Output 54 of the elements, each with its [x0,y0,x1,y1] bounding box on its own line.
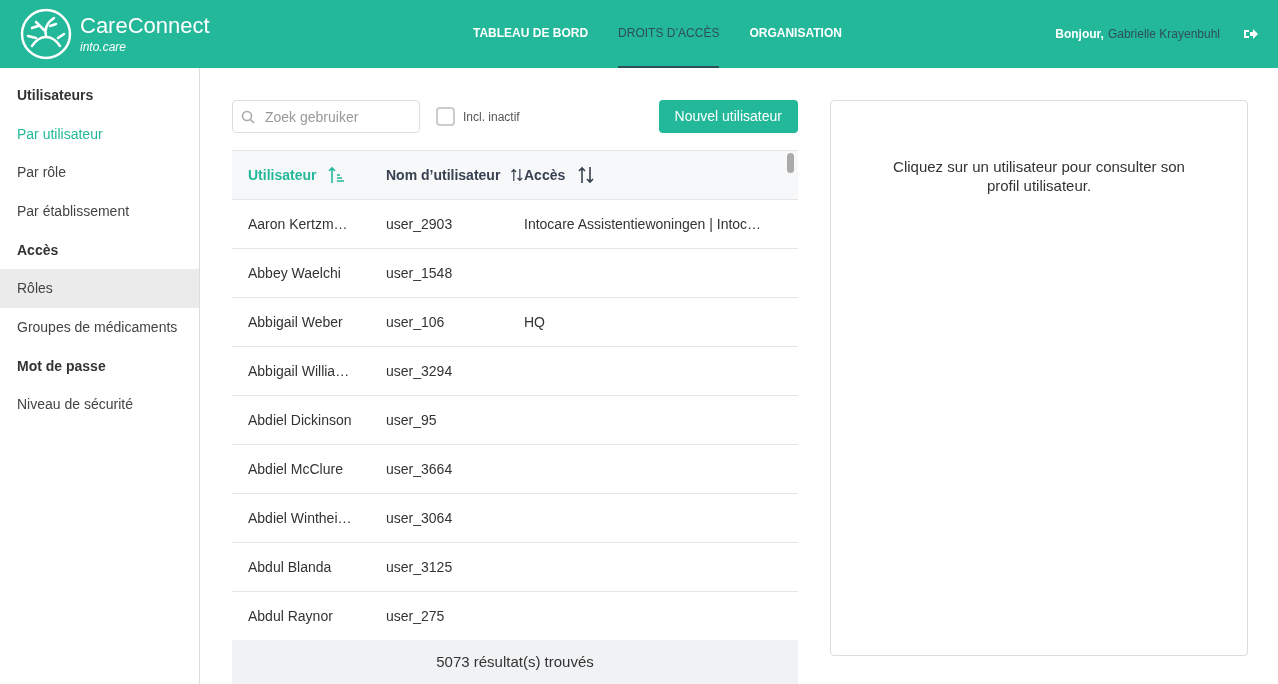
table-cell-text: Abdiel McClure [248,459,344,479]
table-cell-text: user_275 [386,606,446,626]
table-row[interactable]: Abdiel McClure user_3664 [232,445,798,494]
table-cell-text: user_1548 [386,263,454,283]
table-row[interactable]: Abdiel Winthei… user_3064 [232,494,798,543]
sidebar-heading: Utilisateurs [16,85,95,105]
checkbox[interactable] [436,107,455,126]
table-cell-text: HQ [524,312,545,332]
brand-name: CareConnect [80,15,210,37]
table-cell-text: user_2903 [386,214,454,234]
result-count: 5073 résultat(s) trouvés [436,651,594,672]
checkbox-label: Incl. inactif [463,108,520,126]
sidebar-heading: Accès [16,240,60,260]
table-row[interactable]: Aaron Kertzm… user_2903 Intocare Assistentiewoningen | Intoc… [232,200,798,249]
table-cell-text: Abbigail Willia… [248,361,351,381]
sidebar-item[interactable]: Niveau de sécurité [0,385,199,425]
sidebar-item[interactable]: Groupes de médicaments [0,308,199,347]
sidebar-item[interactable]: Par rôle [0,153,199,193]
table-cell-text: user_106 [386,312,446,332]
table-row[interactable]: Abbigail Willia… user_3294 [232,347,798,396]
sidebar-item[interactable]: Rôles [0,269,199,309]
column-header[interactable]: Accès [524,164,596,186]
table-cell-text: user_3064 [386,508,454,528]
scrollbar-thumb[interactable] [787,153,794,173]
search-field[interactable]: Zoek gebruiker [232,100,420,133]
table-cell-text: user_3294 [386,361,454,381]
user-name: Gabrielle Krayenbuhl [1107,26,1220,43]
table-cell-text: Abdiel Dickinson [248,410,353,430]
table-cell-text: Abdul Blanda [248,557,333,577]
table-cell-text: Intocare Assistentiewoningen | Intoc… [524,214,762,234]
table-cell-text: Abdiel Winthei… [248,508,353,528]
sort-icon[interactable] [510,166,524,184]
logout-icon[interactable] [1244,28,1258,40]
search-icon [241,110,255,124]
table-cell-text: user_3125 [386,557,454,577]
brand-tagline: into.care [80,41,128,53]
table-cell-text: Aaron Kertzm… [248,214,349,234]
tree-logo-icon [20,8,72,60]
sidebar-item[interactable]: Par établissement [0,192,199,231]
column-header[interactable]: Nom d’utilisateur [386,164,524,186]
sort-ascending-icon[interactable] [328,166,345,184]
table-row[interactable]: Abdul Blanda user_3125 [232,543,798,592]
table-row[interactable]: Abdiel Dickinson user_95 [232,396,798,445]
sidebar-heading: Mot de passe [16,356,107,376]
empty-message: Cliquez sur un utilisateur pour consulter son profil utilisateur. [892,157,1186,196]
table-cell-text: Abbigail Weber [248,312,344,332]
table-cell-text: Abbey Waelchi [248,263,342,283]
table-cell-text: user_3664 [386,459,454,479]
sort-icon[interactable] [577,166,596,184]
greeting-label: Bonjour, [1055,26,1104,43]
table-cell-text: user_95 [386,410,438,430]
table-row[interactable]: Abbigail Weber user_106 HQ [232,298,798,347]
table-row[interactable]: Abbey Waelchi user_1548 [232,249,798,298]
table-cell-text: Abdul Raynor [248,606,334,626]
